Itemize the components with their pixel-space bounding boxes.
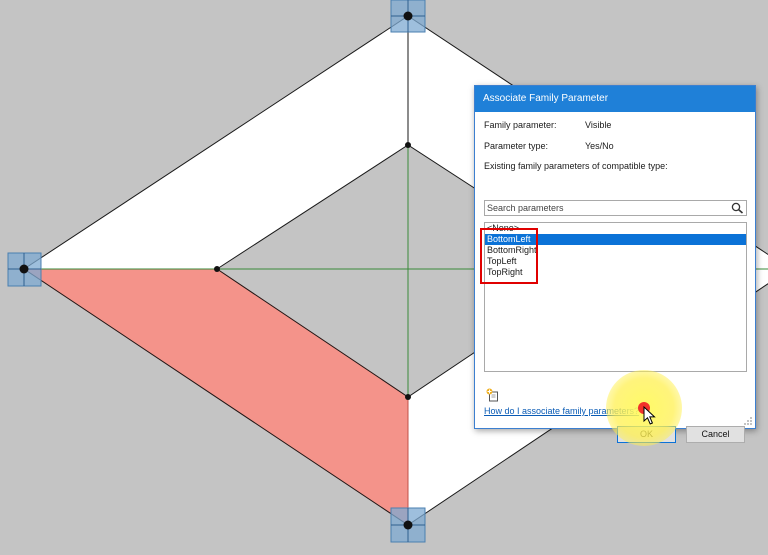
list-item-bottomright[interactable]: BottomRight [485, 245, 746, 256]
list-item-topleft[interactable]: TopLeft [485, 256, 746, 267]
bottom-grip[interactable] [390, 507, 426, 543]
cancel-button[interactable]: Cancel [686, 426, 745, 443]
vertex-point[interactable] [405, 142, 411, 148]
add-parameter-icon[interactable] [486, 388, 500, 402]
parameter-type-value: Yes/No [585, 141, 614, 151]
dialog-content: Family parameter: Visible Parameter type… [475, 112, 755, 443]
search-input[interactable] [487, 201, 727, 215]
list-item-none[interactable]: <None> [485, 223, 746, 234]
search-box [484, 200, 747, 216]
vertex-point[interactable] [405, 394, 411, 400]
help-link[interactable]: How do I associate family parameters? [484, 406, 639, 416]
family-parameter-value: Visible [585, 120, 612, 130]
dialog-title: Associate Family Parameter [475, 86, 755, 112]
associate-family-parameter-dialog: Associate Family Parameter Family parame… [474, 85, 756, 443]
ok-button[interactable]: OK [617, 426, 676, 443]
family-parameter-label: Family parameter: [484, 120, 557, 130]
existing-parameters-label: Existing family parameters of compatible… [484, 161, 668, 171]
parameters-listbox[interactable]: <None> BottomLeft BottomRight TopLeft To… [484, 222, 747, 372]
list-item-topright[interactable]: TopRight [485, 267, 746, 278]
vertex-point[interactable] [214, 266, 220, 272]
top-grip[interactable] [390, 0, 426, 33]
list-item-bottomleft[interactable]: BottomLeft [485, 234, 746, 245]
parameter-type-label: Parameter type: [484, 141, 549, 151]
left-grip[interactable] [7, 252, 42, 287]
search-icon[interactable] [731, 202, 744, 214]
resize-grip-icon[interactable] [743, 416, 753, 426]
